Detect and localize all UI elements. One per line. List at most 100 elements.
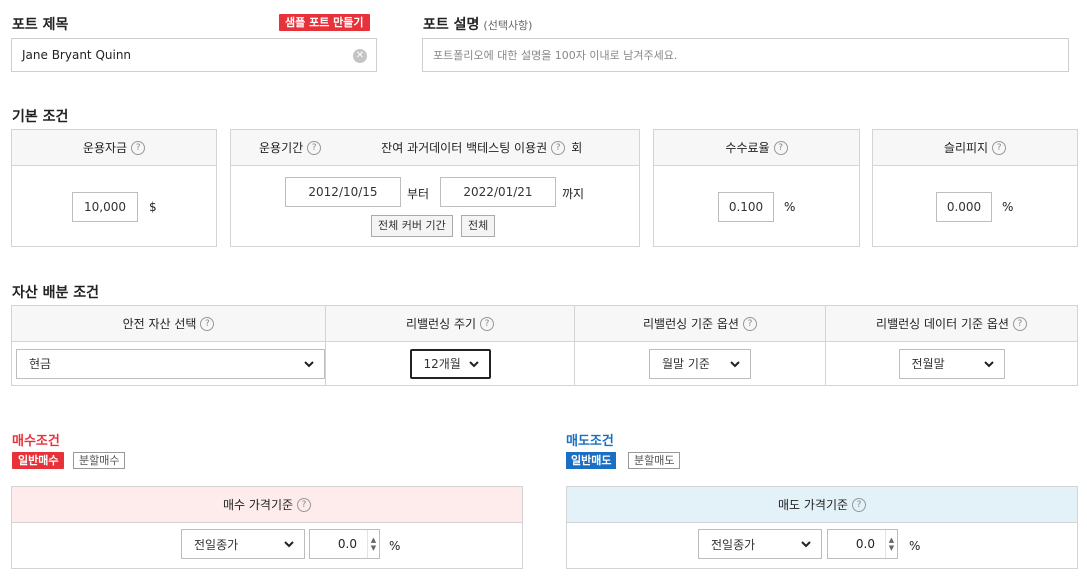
safe-asset-label: 안전 자산 선택 [122, 317, 197, 331]
normal-buy-tab[interactable]: 일반매수 [12, 452, 65, 469]
ticket-unit: 회 [571, 141, 583, 155]
fee-unit: % [784, 200, 796, 214]
port-desc-optional: (선택사항) [483, 19, 533, 32]
all-period-button[interactable]: 전체 [461, 215, 496, 237]
slippage-label: 슬리피지 [943, 141, 989, 155]
sell-price-basis-value: 전일종가 [711, 537, 756, 552]
slippage-box: 슬리피지? 0.000 % [872, 129, 1078, 247]
buy-price-head: 매수 가격기준? [12, 487, 522, 523]
start-date-input[interactable]: 2012/10/15 [285, 177, 401, 207]
chevron-down-icon [304, 360, 314, 367]
rebalance-option-select[interactable]: 월말 기준 [649, 348, 751, 379]
safe-asset-value: 현금 [29, 357, 52, 371]
capital-label: 운용자금 [82, 141, 128, 155]
chevron-down-icon [284, 541, 294, 548]
help-icon[interactable]: ? [131, 140, 146, 155]
chevron-down-icon [983, 360, 994, 367]
chevron-down-icon [468, 360, 479, 367]
fee-box: 수수료율? 0.100 % [653, 129, 860, 247]
sell-pct-value: 0.0 [855, 537, 875, 551]
help-icon[interactable]: ? [852, 497, 867, 512]
sell-title: 매도조건 [566, 434, 614, 449]
rebalance-data-label: 리밸런싱 데이터 기준 옵션 [876, 317, 1009, 331]
sell-price-box: 매도 가격기준? 전일종가 0.0 ▲ ▼ % [566, 486, 1078, 569]
help-icon[interactable]: ? [307, 140, 322, 155]
buy-price-box: 매수 가격기준? 전일종가 0.0 ▲ ▼ % [11, 486, 523, 569]
help-icon[interactable]: ? [742, 316, 757, 331]
split-buy-tab[interactable]: 분할매수 [73, 452, 126, 469]
sell-price-label: 매도 가격기준 [777, 498, 849, 512]
slippage-head: 슬리피지? [873, 130, 1077, 166]
safe-asset-cell: 현금 [12, 342, 326, 385]
sample-port-button[interactable]: 샘플 포트 만들기 [279, 14, 370, 31]
split-sell-tab[interactable]: 분할매도 [628, 452, 681, 469]
rebalance-period-label: 리밸런싱 주기 [405, 317, 477, 331]
basic-section-title: 기본 조건 [12, 109, 69, 125]
period-box: 운용기간? 잔여 과거데이터 백테스팅 이용권? 회 2012/10/15 부터… [230, 129, 640, 247]
chevron-down-icon [730, 360, 740, 367]
fee-head: 수수료율? [654, 130, 859, 166]
buy-price-basis-value: 전일종가 [194, 537, 239, 552]
asset-section-title: 자산 배분 조건 [12, 285, 100, 301]
capital-input[interactable]: 10,000 [72, 192, 138, 222]
rebalance-option-value: 월말 기준 [662, 357, 710, 371]
capital-box: 운용자금? 10,000 $ [11, 129, 217, 247]
buy-pct-stepper[interactable]: 0.0 ▲ ▼ [309, 529, 380, 559]
fee-label: 수수료율 [725, 141, 770, 155]
rebalance-data-select[interactable]: 전월말 [898, 348, 1005, 379]
rebalance-period-cell: 12개월 [326, 342, 575, 385]
rebalance-data-value: 전월말 [911, 357, 945, 371]
port-title-label: 포트 제목 [12, 17, 69, 33]
slippage-input[interactable]: 0.000 [936, 192, 992, 222]
slippage-unit: % [1002, 200, 1014, 214]
buy-title: 매수조건 [12, 434, 60, 449]
period-head: 운용기간? 잔여 과거데이터 백테스팅 이용권? 회 [231, 130, 639, 166]
safe-asset-head: 안전 자산 선택? [12, 306, 326, 342]
rebalance-option-head: 리밸런싱 기준 옵션? [575, 306, 826, 342]
chevron-down-icon [801, 541, 811, 548]
spinner-arrows-icon[interactable]: ▲ ▼ [367, 530, 379, 558]
help-icon[interactable]: ? [773, 140, 788, 155]
end-suffix: 까지 [562, 187, 585, 201]
sell-price-basis-select[interactable]: 전일종가 [698, 529, 822, 559]
buy-price-basis-select[interactable]: 전일종가 [181, 529, 305, 559]
port-title-input[interactable]: Jane Bryant Quinn ✕ [11, 38, 377, 72]
period-label: 운용기간 [259, 141, 304, 155]
clear-icon[interactable]: ✕ [353, 49, 367, 63]
full-cover-period-button[interactable]: 전체 커버 기간 [371, 215, 453, 237]
rebalance-period-head: 리밸런싱 주기? [326, 306, 575, 342]
help-icon[interactable]: ? [1012, 316, 1027, 331]
fee-input[interactable]: 0.100 [718, 192, 774, 222]
buy-pct-unit: % [389, 539, 401, 553]
help-icon[interactable]: ? [992, 140, 1007, 155]
rebalance-period-select[interactable]: 12개월 [409, 348, 491, 379]
port-desc-placeholder: 포트폴리오에 대한 설명을 100자 이내로 남겨주세요. [433, 49, 678, 62]
end-date-input[interactable]: 2022/01/21 [440, 177, 556, 207]
rebalance-option-label: 리밸런싱 기준 옵션 [643, 317, 739, 331]
asset-table: 안전 자산 선택? 리밸런싱 주기? 리밸런싱 기준 옵션? 리밸런싱 데이터 … [11, 305, 1078, 386]
help-icon[interactable]: ? [200, 316, 215, 331]
sell-pct-unit: % [909, 539, 921, 553]
ticket-label: 잔여 과거데이터 백테스팅 이용권 [381, 141, 548, 155]
buy-pct-value: 0.0 [337, 537, 357, 551]
rebalance-option-cell: 월말 기준 [575, 342, 826, 385]
port-desc-label: 포트 설명 (선택사항) [423, 14, 532, 34]
rebalance-data-head: 리밸런싱 데이터 기준 옵션? [826, 306, 1077, 342]
port-desc-label-text: 포트 설명 [423, 17, 480, 33]
help-icon[interactable]: ? [297, 497, 312, 512]
buy-price-label: 매수 가격기준 [222, 498, 294, 512]
capital-unit: $ [149, 200, 157, 214]
sell-price-head: 매도 가격기준? [567, 487, 1077, 523]
help-icon[interactable]: ? [551, 140, 566, 155]
port-title-value: Jane Bryant Quinn [22, 48, 132, 62]
capital-head: 운용자금? [12, 130, 216, 166]
rebalance-period-value: 12개월 [423, 357, 461, 371]
help-icon[interactable]: ? [480, 316, 495, 331]
safe-asset-select[interactable]: 현금 [16, 348, 325, 379]
sell-pct-stepper[interactable]: 0.0 ▲ ▼ [827, 529, 898, 559]
spinner-arrows-icon[interactable]: ▲ ▼ [885, 530, 897, 558]
port-desc-input[interactable]: 포트폴리오에 대한 설명을 100자 이내로 남겨주세요. [422, 38, 1069, 72]
rebalance-data-cell: 전월말 [826, 342, 1077, 385]
start-suffix: 부터 [407, 187, 430, 201]
normal-sell-tab[interactable]: 일반매도 [566, 452, 617, 469]
